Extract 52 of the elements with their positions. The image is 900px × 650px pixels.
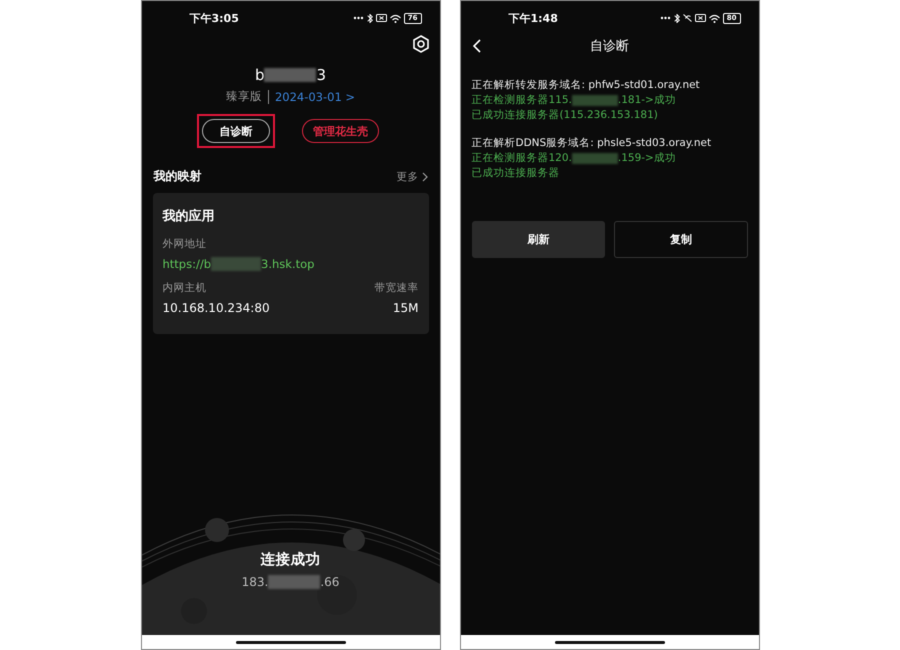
log-line: 已成功连接服务器	[472, 166, 560, 181]
settings-icon[interactable]	[412, 35, 430, 53]
home-indicator[interactable]	[236, 640, 346, 644]
account-name: 3	[316, 66, 326, 84]
card-title: 我的应用	[162, 208, 216, 225]
expiry-link[interactable]: 2024-03-01 >	[274, 90, 356, 104]
bluetooth-icon	[674, 14, 680, 22]
mapping-card[interactable]: 我的应用 外网地址 https://b 3.hsk.top 内网主机 带宽速率 10.168.10.234:80 15M	[152, 193, 428, 334]
url-text: https://b	[162, 257, 212, 271]
status-time: 下午1:48	[508, 10, 558, 26]
more-link[interactable]: 更多	[396, 170, 428, 184]
edition-label: 臻享版	[226, 89, 262, 104]
field-label: 内网主机	[162, 281, 206, 295]
bandwidth-value: 15M	[392, 301, 418, 315]
ip-text: .66	[320, 575, 340, 589]
field-label: 带宽速率	[374, 281, 418, 295]
back-icon[interactable]	[472, 39, 480, 53]
log-line: 正在检测服务器115.	[472, 93, 572, 108]
log-line: .159->成功	[618, 151, 676, 166]
action-button[interactable]: 刷新	[472, 221, 605, 258]
status-time: 下午3:05	[190, 10, 239, 26]
muted-alarm-icon	[682, 14, 692, 22]
ip-text: 183.	[242, 575, 268, 589]
dots-icon	[352, 16, 364, 20]
redacted-block	[268, 575, 320, 589]
connection-status: 连接成功	[260, 550, 322, 569]
host-value: 10.168.10.234:80	[162, 301, 270, 315]
redacted-block	[572, 95, 618, 106]
log-line: 已成功连接服务器(115.236.153.181)	[472, 108, 658, 123]
wifi-icon	[390, 14, 401, 22]
field-label: 外网地址	[162, 237, 208, 251]
chevron-right-icon	[422, 172, 428, 182]
sim-icon	[376, 14, 387, 22]
redacted-block	[211, 257, 262, 271]
log-line: 正在解析DDNS服务域名: phsle5-std03.oray.net	[472, 136, 712, 151]
dots-icon	[660, 16, 671, 20]
bluetooth-icon	[366, 14, 373, 22]
home-indicator[interactable]	[554, 640, 664, 644]
action-button[interactable]: 复制	[614, 221, 748, 258]
sim-icon	[694, 14, 706, 22]
url-text: 3.hsk.top	[261, 257, 314, 271]
page-title: 自诊断	[590, 38, 629, 55]
action-button[interactable]: 管理花生壳	[302, 119, 379, 143]
section-title: 我的映射	[154, 168, 202, 185]
account-name: b	[254, 66, 264, 84]
log-line: .181->成功	[618, 93, 676, 108]
redacted-block	[572, 153, 618, 164]
log-line: 正在解析转发服务域名: phfw5-std01.oray.net	[472, 78, 700, 93]
redacted-block	[264, 68, 316, 82]
wifi-icon	[708, 14, 720, 22]
log-line: 正在检测服务器120.	[472, 151, 572, 166]
action-button[interactable]: 自诊断	[202, 119, 270, 143]
